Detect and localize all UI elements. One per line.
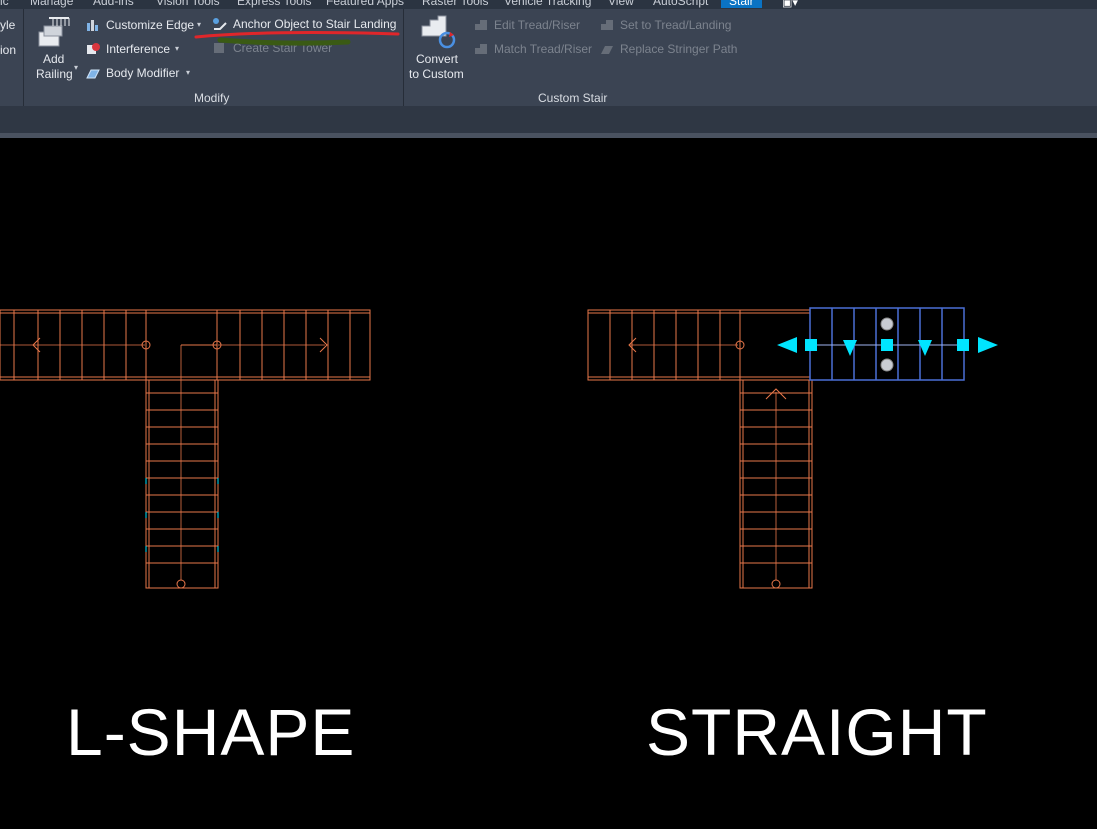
- grip-circle: [880, 358, 894, 372]
- tab-overflow-icon[interactable]: ▣▾: [782, 0, 798, 9]
- dropdown-arrow-icon[interactable]: ▾: [175, 44, 179, 53]
- panel-title-modify: Modify: [194, 91, 230, 105]
- dropdown-arrow-icon[interactable]: ▾: [74, 63, 78, 72]
- label-l-shape: L-SHAPE: [66, 695, 356, 769]
- customize-edge-icon: [86, 18, 100, 37]
- edit-tread-icon: [473, 18, 489, 37]
- l-shape-stair: [0, 309, 371, 589]
- interference-button[interactable]: Interference: [106, 42, 170, 56]
- panel-divider: [23, 9, 24, 106]
- ribbon-tabs: ic Manage Add-ins Vision Tools Express T…: [0, 0, 1097, 9]
- add-railing-label[interactable]: Add: [43, 52, 64, 66]
- interference-icon: [86, 42, 100, 61]
- add-railing-label[interactable]: Railing: [36, 67, 73, 81]
- tab-express-tools[interactable]: Express Tools: [237, 0, 311, 8]
- panel-title-custom-stair: Custom Stair: [538, 91, 608, 105]
- convert-label[interactable]: to Custom: [409, 67, 464, 81]
- customize-edge-button[interactable]: Customize Edge: [106, 18, 194, 32]
- tab-manage[interactable]: Manage: [30, 0, 73, 8]
- tab-vehicle-tracking[interactable]: Vehicle Tracking: [504, 0, 591, 8]
- tab-add-ins[interactable]: Add-ins: [93, 0, 134, 8]
- panel-divider: [403, 9, 404, 106]
- set-tread-icon: [599, 18, 615, 37]
- tab-view[interactable]: View: [608, 0, 634, 8]
- convert-icon[interactable]: [419, 14, 457, 55]
- tab-stair[interactable]: Stair: [721, 0, 762, 8]
- grip-arrow-left: [777, 337, 797, 353]
- l-shape-run-treads: [146, 392, 218, 564]
- annotation-underline: [194, 31, 400, 46]
- replace-stringer-path-button[interactable]: Replace Stringer Path: [620, 42, 737, 56]
- tab-featured-apps[interactable]: Featured Apps: [326, 0, 404, 8]
- label-straight: STRAIGHT: [646, 695, 988, 769]
- cut-off-label: yle: [0, 18, 16, 32]
- match-tread-riser-button[interactable]: Match Tread/Riser: [494, 42, 592, 56]
- railing-icon[interactable]: [35, 16, 71, 55]
- tab-partial[interactable]: ic: [0, 0, 9, 8]
- match-tread-icon: [473, 42, 489, 61]
- l-shape-cyan-marks: [145, 478, 219, 552]
- convert-label[interactable]: Convert: [416, 52, 458, 66]
- edit-tread-riser-button[interactable]: Edit Tread/Riser: [494, 18, 580, 32]
- set-to-tread-landing-button[interactable]: Set to Tread/Landing: [620, 18, 731, 32]
- grip-square: [881, 339, 893, 351]
- grip-circle: [880, 317, 894, 331]
- command-strip: [0, 106, 1097, 133]
- tab-autoscript[interactable]: AutoScript: [653, 0, 708, 8]
- body-modifier-icon: [86, 66, 100, 85]
- dropdown-arrow-icon[interactable]: ▾: [186, 68, 190, 77]
- straight-stair: [587, 309, 813, 589]
- grip-square: [805, 339, 817, 351]
- grip-arrow-right: [978, 337, 998, 353]
- tab-raster-tools[interactable]: Raster Tools: [422, 0, 488, 8]
- tab-vision-tools[interactable]: Vision Tools: [156, 0, 220, 8]
- cut-off-label: ion: [0, 43, 17, 57]
- grip-triangle: [843, 340, 857, 356]
- grip-square: [957, 339, 969, 351]
- body-modifier-button[interactable]: Body Modifier: [106, 66, 179, 80]
- replace-stringer-icon: [599, 42, 615, 61]
